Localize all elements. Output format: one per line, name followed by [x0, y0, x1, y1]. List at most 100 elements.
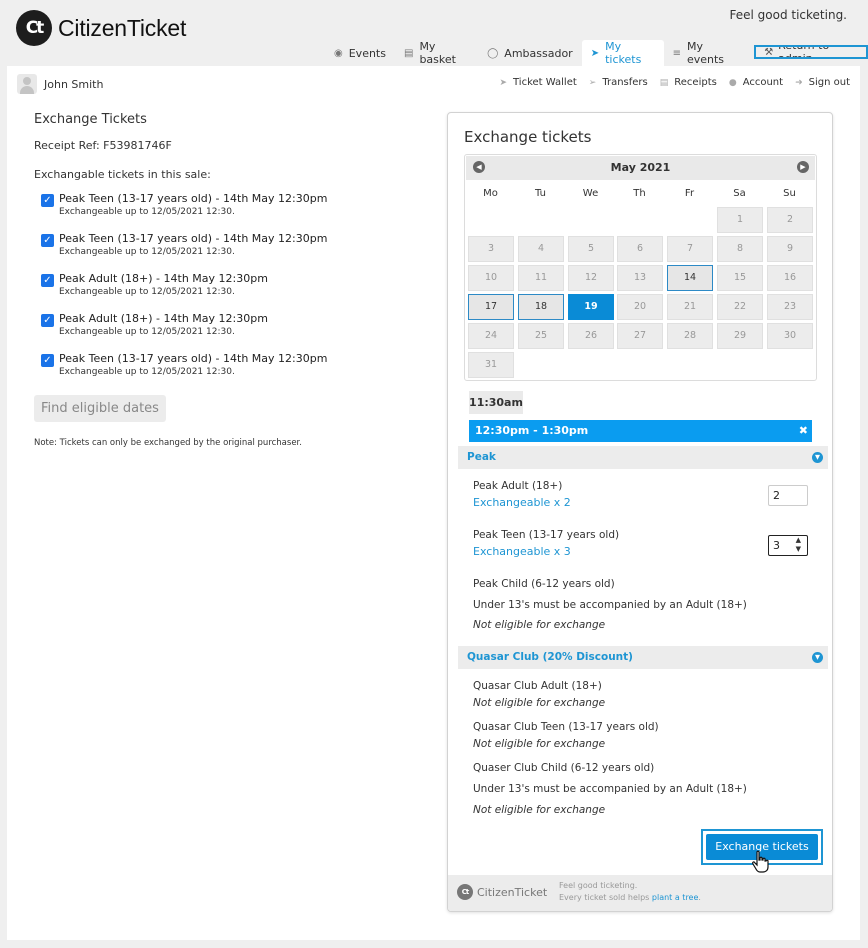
logo-mark: Ct	[16, 10, 52, 46]
peak-teen-label: Peak Teen (13-17 years old)	[473, 529, 620, 541]
tab-label: Ambassador	[504, 46, 573, 60]
section-quasar-club[interactable]: Quasar Club (20% Discount) ▼	[458, 646, 828, 669]
header-tagline: Feel good ticketing.	[729, 8, 847, 22]
sign-out-icon: ➜	[795, 77, 803, 88]
sliders-icon: ≡	[672, 47, 681, 59]
nav-sign-out[interactable]: ➜ Sign out	[795, 77, 850, 88]
quasar-child-note: Under 13's must be accompanied by an Adu…	[473, 783, 747, 795]
nav-receipts[interactable]: ▤ Receipts	[660, 77, 717, 88]
footer-tag-line-1: Feel good ticketing.	[559, 881, 638, 890]
tab-label: My basket	[419, 40, 456, 66]
ticket-exchange-deadline: Exchangeable up to 12/05/2021 12:30.	[59, 367, 235, 377]
quasar-teen-label: Quasar Club Teen (13-17 years old)	[473, 721, 659, 733]
nav-label: Receipts	[674, 77, 717, 88]
footer-tagline: Feel good ticketing. Every ticket sold h…	[559, 880, 701, 904]
ticket-checkbox[interactable]: ✓	[41, 354, 54, 367]
tab-my-events[interactable]: ≡ My events	[664, 40, 747, 66]
calendar-day-11: 11	[518, 265, 564, 291]
peak-child-label: Peak Child (6-12 years old)	[473, 578, 615, 590]
ticket-checkbox[interactable]: ✓	[41, 234, 54, 247]
site-header: Ct CitizenTicket Feel good ticketing. ◉ …	[0, 0, 868, 66]
send-icon: ➢	[588, 77, 597, 88]
card-footer: Ct CitizenTicket Feel good ticketing. Ev…	[448, 875, 832, 911]
exchangeable-intro: Exchangable tickets in this sale:	[34, 168, 211, 181]
calendar-day-22: 22	[717, 294, 763, 320]
return-label: Return to admin	[778, 45, 830, 59]
calendar-day-17[interactable]: 17	[468, 294, 514, 320]
chevron-down-icon[interactable]: ▼	[812, 652, 823, 663]
receipt-ref: Receipt Ref: F53981746F	[34, 139, 172, 152]
timeslot-selected[interactable]: 12:30pm - 1:30pm ✖	[469, 420, 812, 442]
ticket-name: Peak Teen (13-17 years old) - 14th May 1…	[59, 192, 328, 205]
status-text: Not eligible for exchange	[473, 697, 606, 709]
quasar-child-label: Quaser Club Child (6-12 years old)	[473, 762, 655, 774]
tab-my-basket[interactable]: ▤ My basket	[395, 40, 478, 66]
chevron-down-icon[interactable]: ▼	[812, 452, 823, 463]
ticket-name: Peak Adult (18+) - 14th May 12:30pm	[59, 272, 268, 285]
calendar-day-24: 24	[468, 323, 514, 349]
brand-logo[interactable]: Ct CitizenTicket	[16, 10, 186, 46]
ticket-exchange-deadline: Exchangeable up to 12/05/2021 12:30.	[59, 247, 235, 257]
ticket-item: ✓ Peak Adult (18+) - 14th May 12:30pm Ex…	[34, 272, 414, 301]
user-icon: ●	[728, 77, 737, 88]
return-to-admin-button[interactable]: ⚒ Return to admin	[754, 45, 868, 59]
calendar-day-15: 15	[717, 265, 763, 291]
weekday-label: Tu	[535, 188, 546, 199]
ticket-checkbox[interactable]: ✓	[41, 194, 54, 207]
ticket-icon: ➤	[590, 47, 600, 59]
peak-adult-quantity[interactable]: 2	[768, 485, 808, 506]
peak-child-note: Under 13's must be accompanied by an Adu…	[473, 599, 747, 611]
tab-ambassador[interactable]: ◯ Ambassador	[478, 40, 582, 66]
status-text: Not eligible for exchange	[473, 804, 606, 816]
date-picker: ◀ May 2021 ▶ Mo Tu We Th Fr Sa Su 1 2 3 4 5 6 7 8 9 10 11…	[464, 154, 817, 381]
calendar-day-29: 29	[717, 323, 763, 349]
calendar-day-23: 23	[767, 294, 813, 320]
peak-teen-quantity[interactable]: 3 ▲ ▼	[768, 535, 808, 556]
clear-timeslot-icon[interactable]: ✖	[799, 420, 808, 442]
wrench-icon: ⚒	[764, 46, 774, 58]
user-bar: John Smith	[17, 74, 103, 94]
calendar-day-28: 28	[667, 323, 713, 349]
quasar-adult-status: Not eligible for exchange	[473, 697, 605, 709]
calendar-day-2: 2	[767, 207, 813, 233]
nav-label: Transfers	[602, 77, 648, 88]
ticket-exchange-deadline: Exchangeable up to 12/05/2021 12:30.	[59, 327, 235, 337]
quasar-child-status: Not eligible for exchange	[473, 804, 605, 816]
nav-account[interactable]: ● Account	[729, 77, 783, 88]
calendar-day-5: 5	[568, 236, 614, 262]
spinner-icon[interactable]: ▲ ▼	[796, 536, 801, 554]
timeslot-1130[interactable]: 11:30am	[469, 391, 523, 414]
nav-ticket-wallet[interactable]: ➤ Ticket Wallet	[499, 77, 576, 88]
footer-tag-suffix: .	[698, 893, 701, 902]
weekday-label: We	[582, 188, 599, 199]
exchangeable-text: Exchangeable x 3	[473, 545, 571, 558]
tab-my-tickets[interactable]: ➤ My tickets	[581, 40, 664, 66]
calendar-day-30: 30	[767, 323, 813, 349]
nav-label: Account	[742, 77, 784, 88]
ticket-checkbox[interactable]: ✓	[41, 274, 54, 287]
find-eligible-dates-button[interactable]: Find eligible dates	[34, 395, 166, 422]
exchangeable-text: Exchangeable x 2	[473, 496, 571, 509]
calendar-day-10: 10	[468, 265, 514, 291]
plant-a-tree-link[interactable]: plant a tree	[652, 893, 699, 902]
timeslot-label: 12:30pm - 1:30pm	[475, 424, 589, 437]
peak-teen-exchangeable: Exchangeable x 3	[473, 545, 571, 558]
calendar-day-27: 27	[617, 323, 663, 349]
calendar-day-1: 1	[717, 207, 763, 233]
ticket-name: Peak Teen (13-17 years old) - 14th May 1…	[59, 232, 328, 245]
next-month-icon[interactable]: ▶	[797, 161, 809, 173]
calendar-day-4: 4	[518, 236, 564, 262]
tab-events[interactable]: ◉ Events	[325, 40, 395, 66]
calendar-day-18[interactable]: 18	[518, 294, 564, 320]
footer-logo-mark: Ct	[457, 884, 473, 900]
receipt-icon: ▤	[659, 77, 669, 88]
tab-label: Events	[348, 46, 386, 60]
nav-transfers[interactable]: ➢ Transfers	[589, 77, 648, 88]
purchaser-note: Note: Tickets can only be exchanged by t…	[34, 438, 302, 448]
tab-label: My events	[686, 40, 725, 66]
calendar-day-19[interactable]: 19	[568, 294, 614, 320]
section-peak[interactable]: Peak ▼	[458, 446, 828, 469]
calendar-day-8: 8	[717, 236, 763, 262]
logo-text: CitizenTicket	[58, 14, 187, 41]
ticket-checkbox[interactable]: ✓	[41, 314, 54, 327]
